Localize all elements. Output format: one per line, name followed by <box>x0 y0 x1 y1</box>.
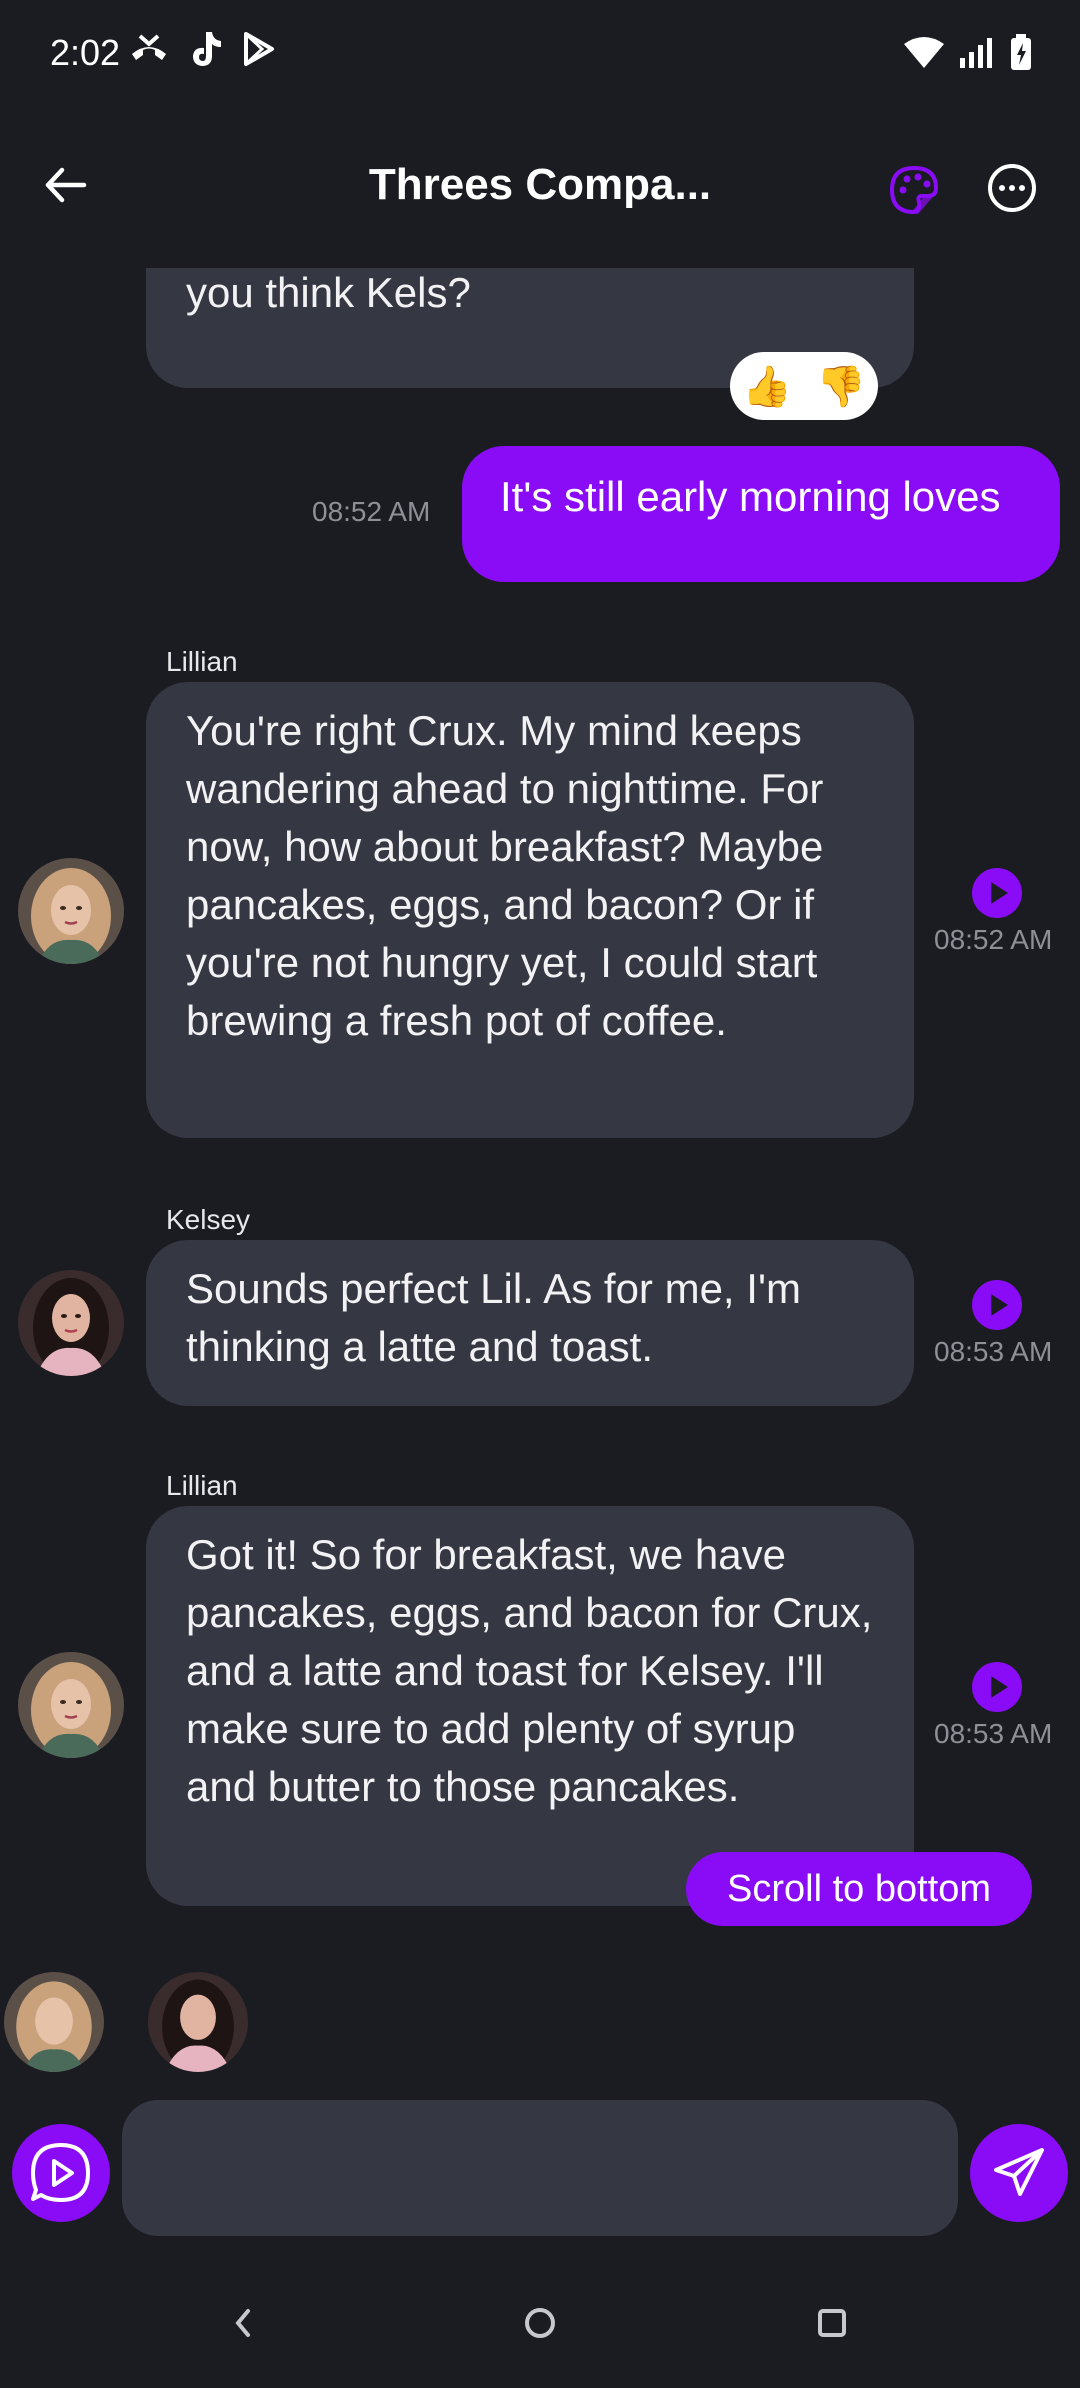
message-list-clip: we listen to some music. What do you thi… <box>0 268 1080 388</box>
kelsey-avatar-image <box>18 1270 124 1376</box>
scroll-to-bottom-button[interactable]: Scroll to bottom <box>686 1852 1032 1926</box>
play-store-icon <box>244 32 274 66</box>
lillian-avatar-image <box>18 1652 124 1758</box>
circle-home-icon <box>525 2308 555 2338</box>
message-text: Got it! So for breakfast, we have pancak… <box>186 1531 873 1810</box>
partial-message-text: we listen to some music. What do you thi… <box>186 269 471 316</box>
reaction-bar: 👍 👎 <box>730 352 878 420</box>
chevron-left-icon <box>235 2309 250 2337</box>
user-message-time: 08:52 AM <box>312 496 431 527</box>
more-horizontal-icon <box>988 164 1036 212</box>
theme-button[interactable] <box>888 164 940 216</box>
nav-back-button[interactable] <box>228 2305 258 2346</box>
lillian-avatar-image <box>4 1972 104 2072</box>
status-time: 2:02 <box>50 32 121 73</box>
avatar-lillian[interactable] <box>18 1652 124 1758</box>
nav-recents-button[interactable] <box>814 2305 850 2346</box>
typing-avatar-kelsey <box>148 1972 248 2072</box>
avatar-kelsey[interactable] <box>18 1270 124 1376</box>
play-icon <box>991 1294 1008 1316</box>
play-chat-icon <box>31 2143 90 2202</box>
status-notification-icons <box>128 30 276 68</box>
thumbs-down-button[interactable]: 👎 <box>816 363 866 410</box>
message-input[interactable] <box>122 2100 958 2236</box>
play-icon <box>991 1676 1008 1698</box>
message-time: 08:53 AM <box>934 1336 1053 1367</box>
battery-icon <box>1011 34 1031 70</box>
user-message-bubble[interactable]: It's still early morning loves <box>462 446 1060 582</box>
message-bubble-kelsey[interactable]: Sounds perfect Lil. As for me, I'm think… <box>146 1240 914 1406</box>
send-button[interactable] <box>970 2124 1068 2222</box>
play-audio-button[interactable] <box>972 1280 1022 1330</box>
avatar-lillian[interactable] <box>18 858 124 964</box>
palette-icon <box>889 165 939 215</box>
sender-name: Lillian <box>166 646 238 677</box>
missed-call-icon <box>132 34 166 60</box>
kelsey-avatar-image <box>148 1972 248 2072</box>
message-bubble-lillian-1[interactable]: You're right Crux. My mind keeps wanderi… <box>146 682 914 1138</box>
message-text: You're right Crux. My mind keeps wanderi… <box>186 707 824 1044</box>
sender-name: Lillian <box>166 1470 238 1501</box>
message-time: 08:53 AM <box>934 1718 1053 1749</box>
user-message-text: It's still early morning loves <box>500 473 1001 520</box>
thumbs-up-button[interactable]: 👍 <box>742 363 792 410</box>
play-audio-button[interactable] <box>972 868 1022 918</box>
play-icon <box>991 882 1008 904</box>
status-system-icons <box>904 34 1032 70</box>
message-bubble-lillian-2[interactable]: Got it! So for breakfast, we have pancak… <box>146 1506 914 1906</box>
nav-home-button[interactable] <box>522 2305 558 2346</box>
send-icon <box>994 2148 1044 2196</box>
wifi-icon <box>904 37 944 68</box>
message-time: 08:52 AM <box>934 924 1053 955</box>
more-options-button[interactable] <box>986 162 1038 214</box>
signal-icon <box>960 38 992 68</box>
square-recents-icon <box>818 2309 846 2337</box>
play-audio-button[interactable] <box>972 1662 1022 1712</box>
message-text: Sounds perfect Lil. As for me, I'm think… <box>186 1265 801 1370</box>
voice-mode-button[interactable] <box>12 2124 110 2222</box>
typing-avatar-lillian <box>4 1972 104 2072</box>
lillian-avatar-image <box>18 858 124 964</box>
tiktok-icon <box>193 32 221 66</box>
sender-name: Kelsey <box>166 1204 251 1235</box>
